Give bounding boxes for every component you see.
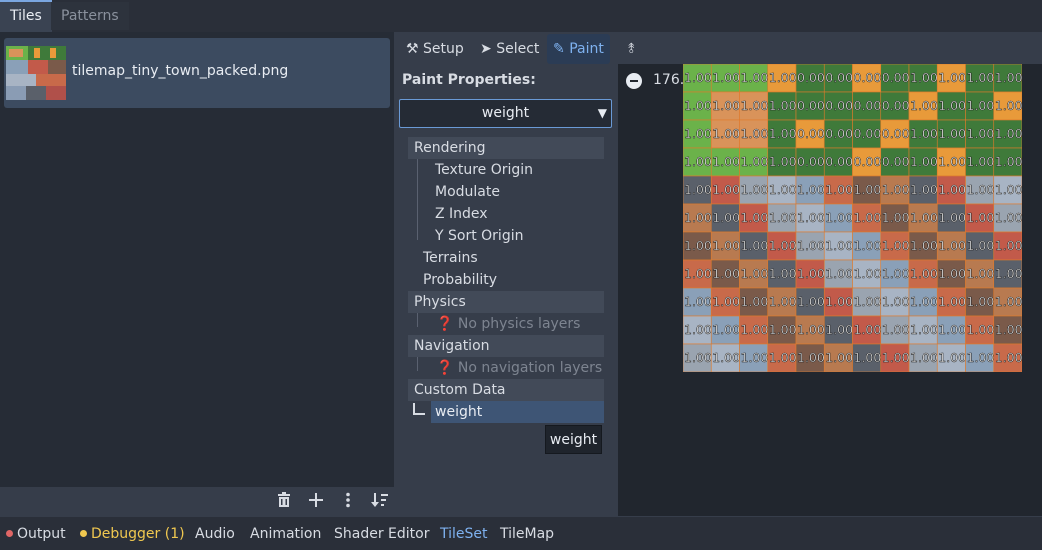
tile-weight-label: 1.001 [995,70,1022,85]
output-tab[interactable]: Output [6,526,66,542]
tile-weight-label: 1.001 [995,294,1022,309]
tile-weight-label: 1.001 [995,126,1022,141]
audio-tab[interactable]: Audio [195,526,235,542]
tile-source-label: tilemap_tiny_town_packed.png [72,63,289,79]
tile-weight-label: 1.001 [995,266,1022,281]
tilemap-tab[interactable]: TileMap [500,526,554,542]
sort-icon[interactable] [369,492,391,514]
source-actions-bar [0,487,394,517]
tooltip: weight [545,425,602,454]
tile-weight-label: 1.001 [995,322,1022,337]
no-navigation-layers: ❓ No navigation layers [436,360,603,376]
tile-atlas[interactable]: 1.0011.0011.0011.0010.0000.0000.0000.000… [683,64,1022,372]
property-select[interactable]: weight ▼ [399,99,612,128]
tree-line [417,357,418,371]
brush-icon: ✎ [553,41,565,57]
no-physics-layers: ❓ No physics layers [436,316,581,332]
picker-icon[interactable]: ⥉ [622,34,641,64]
tile-weight-label: 1.001 [995,154,1022,169]
section-rendering[interactable]: Rendering [408,137,604,159]
prop-z-index[interactable]: Z Index [435,203,488,225]
tileset-thumbnail [6,46,66,100]
paint-properties-label: Paint Properties: [402,72,536,88]
prop-probability[interactable]: Probability [423,269,497,291]
section-physics[interactable]: Physics [408,291,604,313]
tab-patterns[interactable]: Patterns [51,2,129,30]
trash-icon[interactable] [273,492,295,514]
tile-weight-label: 1.001 [995,182,1022,197]
tile-weight-label: 1.001 [995,350,1022,365]
prop-modulate[interactable]: Modulate [435,181,500,203]
prop-weight[interactable]: weight [431,401,604,423]
question-icon: ❓ [436,316,454,332]
tree-line [417,313,418,327]
select-button[interactable]: ➤ Select [474,34,545,64]
error-dot-icon [6,530,13,537]
debugger-tab[interactable]: Debugger (1) [80,526,185,542]
plus-icon[interactable] [305,492,327,514]
paint-button[interactable]: ✎ Paint [547,34,610,64]
kebab-menu-icon[interactable] [337,492,359,514]
prop-terrains[interactable]: Terrains [423,247,478,269]
tab-tiles[interactable]: Tiles [0,0,52,32]
tile-weight-label: 1.001 [995,238,1022,253]
animation-tab[interactable]: Animation [250,526,321,542]
warning-dot-icon [80,530,87,537]
section-navigation[interactable]: Navigation [408,335,604,357]
wrench-icon: ⚒ [406,41,419,57]
tree-line [417,159,418,240]
tileset-tab[interactable]: TileSet [440,526,488,542]
chevron-down-icon: ▼ [597,106,607,120]
section-custom-data[interactable]: Custom Data [408,379,604,401]
setup-button[interactable]: ⚒ Setup [400,34,470,64]
prop-texture-origin[interactable]: Texture Origin [435,159,533,181]
tab-bar [0,0,1042,32]
tile-weight-label: 1.001 [995,98,1022,113]
cursor-icon: ➤ [480,41,492,57]
question-icon: ❓ [436,360,454,376]
shader-editor-tab[interactable]: Shader Editor [334,526,429,542]
tree-line [413,403,425,415]
zoom-out-icon[interactable] [626,73,642,89]
prop-y-sort-origin[interactable]: Y Sort Origin [435,225,523,247]
tile-weight-label: 1.001 [995,210,1022,225]
